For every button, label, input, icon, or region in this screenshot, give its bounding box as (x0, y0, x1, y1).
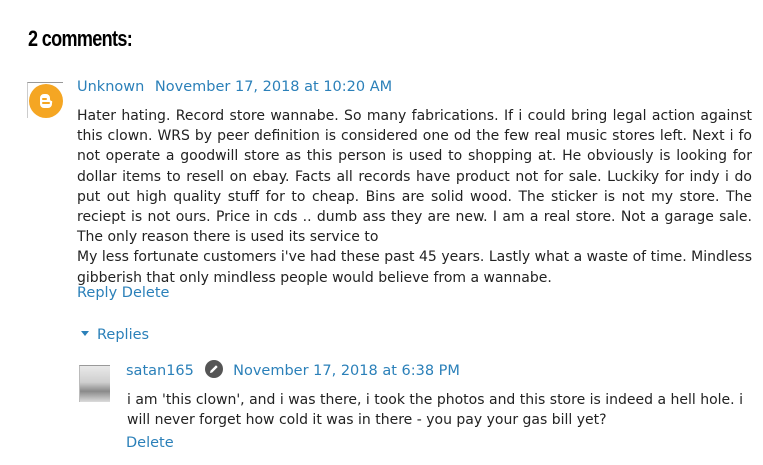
delete-link[interactable]: Delete (122, 285, 170, 301)
reply-body: i am 'this clown', and i was there, i to… (127, 392, 743, 429)
blogger-icon (40, 94, 53, 108)
comment-author-link[interactable]: Unknown (77, 79, 144, 95)
replies-toggle[interactable]: Replies (81, 327, 149, 343)
reply-actions: Delete (126, 435, 174, 451)
comments-heading: 2 comments: (28, 26, 133, 51)
triangle-down-icon (81, 330, 89, 336)
reply-author-avatar[interactable] (79, 365, 110, 402)
comment-body-paragraph: Hater hating. Record store wannabe. So m… (77, 108, 752, 246)
comment-body-paragraph: My less fortunate customers i've had the… (77, 249, 752, 286)
comment-timestamp-link[interactable]: November 17, 2018 at 10:20 AM (155, 79, 392, 95)
reply-timestamp-link[interactable]: November 17, 2018 at 6:38 PM (233, 363, 460, 379)
reply-header: satan165 November 17, 2018 at 6:38 PM (126, 360, 460, 380)
reply-link[interactable]: Reply (77, 285, 117, 301)
replies-toggle-label: Replies (97, 327, 150, 343)
pencil-icon (204, 360, 223, 378)
comment-actions: Reply Delete (77, 285, 169, 301)
comment-body: Hater hating. Record store wannabe. So m… (77, 106, 752, 288)
reply-delete-link[interactable]: Delete (126, 435, 174, 451)
blogger-avatar[interactable] (27, 82, 63, 118)
comment-header: Unknown November 17, 2018 at 10:20 AM (77, 79, 392, 95)
reply-author-link[interactable]: satan165 (126, 363, 194, 379)
